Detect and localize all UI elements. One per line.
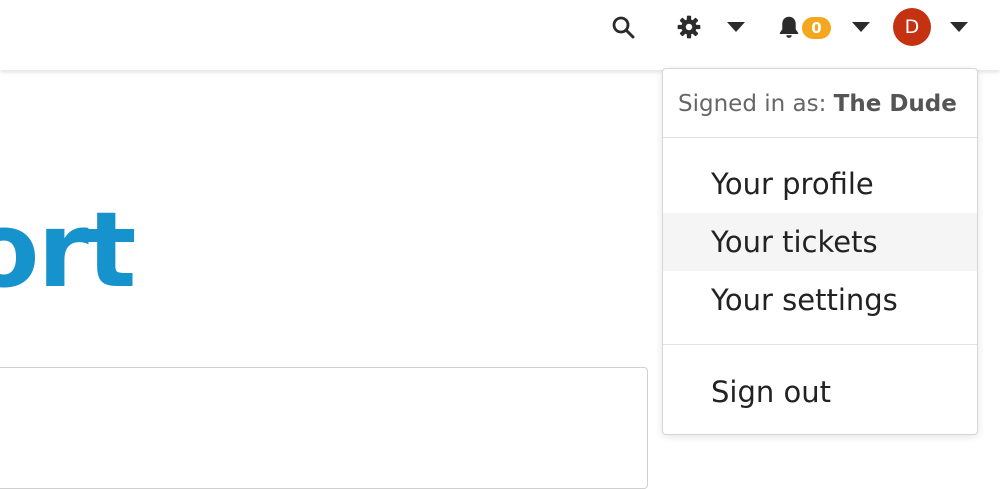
- caret-down-icon: [727, 22, 745, 32]
- menu-item-label: Your tickets: [711, 225, 878, 259]
- page-title: ort: [0, 189, 136, 311]
- gear-icon: [677, 15, 701, 39]
- sign-out-label: Sign out: [711, 375, 831, 409]
- signed-in-label: Signed in as: The Dude: [678, 91, 957, 117]
- settings-dropdown-toggle[interactable]: [724, 0, 748, 54]
- menu-divider: [663, 344, 977, 345]
- caret-down-icon: [950, 22, 968, 32]
- menu-item-your-tickets[interactable]: Your tickets: [663, 213, 977, 271]
- menu-item-label: Your profile: [711, 167, 874, 201]
- signed-in-username: The Dude: [833, 91, 957, 117]
- user-avatar[interactable]: D: [893, 8, 931, 46]
- menu-divider: [663, 137, 977, 138]
- user-menu-toggle[interactable]: [947, 0, 971, 54]
- caret-down-icon: [852, 22, 870, 32]
- top-navigation-bar: 0 D: [0, 0, 1000, 70]
- menu-item-your-profile[interactable]: Your profile: [663, 155, 977, 213]
- signed-in-prefix: Signed in as:: [678, 91, 834, 117]
- notification-count-badge: 0: [800, 15, 833, 41]
- notifications-dropdown-toggle[interactable]: [849, 0, 873, 54]
- user-dropdown-menu: Signed in as: The Dude Your profile Your…: [662, 68, 978, 435]
- menu-item-label: Your settings: [711, 283, 898, 317]
- search-icon: [612, 16, 635, 39]
- search-button[interactable]: [606, 0, 640, 54]
- sign-out-button[interactable]: Sign out: [663, 363, 977, 421]
- bell-icon: [779, 16, 799, 38]
- settings-button[interactable]: [672, 0, 706, 54]
- menu-item-your-settings[interactable]: Your settings: [663, 271, 977, 329]
- content-panel: [0, 367, 648, 489]
